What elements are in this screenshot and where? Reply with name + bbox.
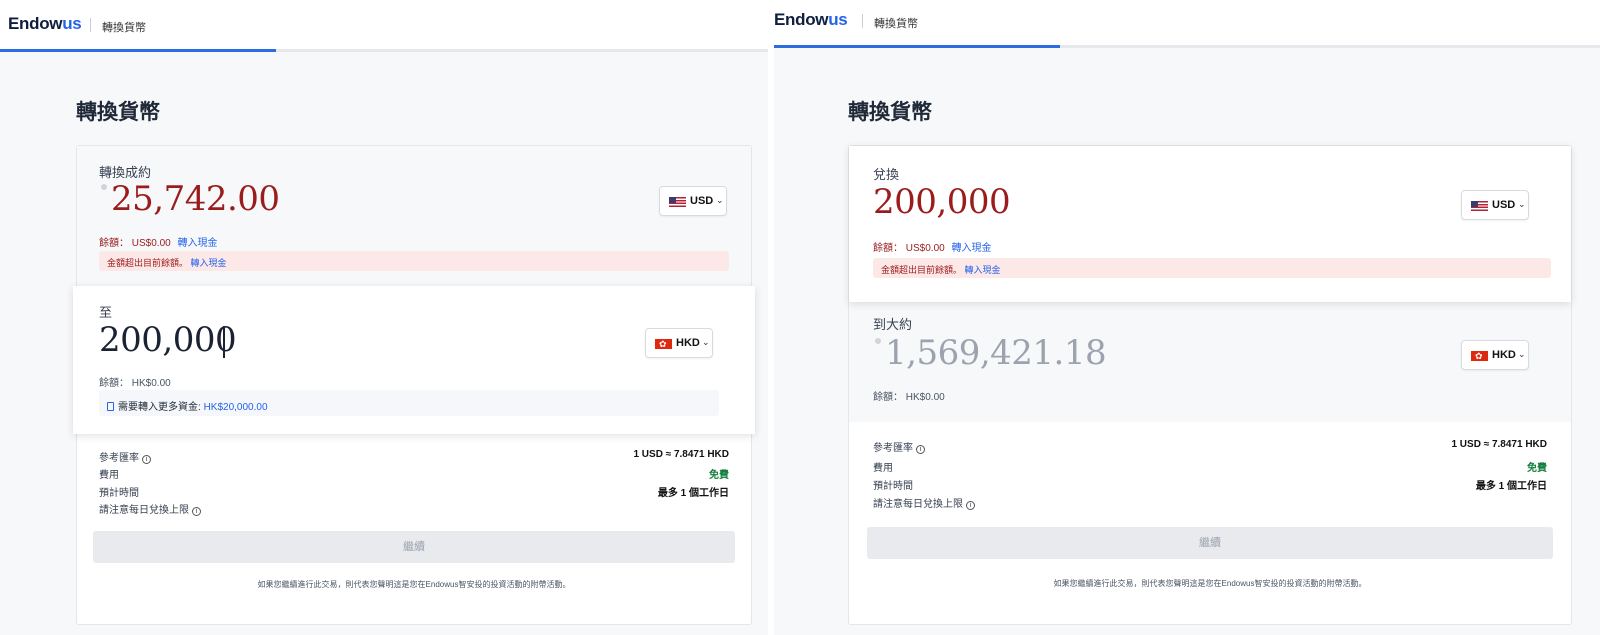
chevron-down-icon: ⌄	[716, 195, 724, 205]
top-bar: Endowus 轉換貨幣	[0, 0, 768, 52]
fee-label: 費用	[873, 463, 893, 474]
approx-indicator	[101, 184, 107, 190]
time-label: 預計時間	[873, 481, 913, 492]
to-label: 到大約	[873, 317, 913, 332]
to-currency-select[interactable]: HKD ⌄	[645, 328, 713, 358]
from-amount-input[interactable]: 200,000	[873, 182, 1011, 222]
to-label: 至	[99, 305, 113, 320]
left-screen: Endowus 轉換貨幣 轉換貨幣 轉換成約 25,742.00 USD ⌄ 餘…	[0, 0, 768, 635]
progress-bar	[0, 49, 276, 52]
chevron-down-icon: ⌄	[702, 337, 710, 347]
document-icon	[107, 402, 114, 411]
rate-value: 1 USD ≈ 7.8471 HKD	[1451, 439, 1547, 450]
hk-flag-icon	[655, 337, 672, 351]
to-balance: 餘額： HK$0.00	[99, 378, 171, 389]
alert-transfer-cash-link[interactable]: 轉入現金	[965, 265, 1001, 275]
continue-button[interactable]: 繼續	[93, 531, 735, 563]
fee-value: 免費	[709, 470, 729, 481]
chevron-down-icon: ⌄	[1518, 349, 1526, 359]
progress-bar	[774, 45, 1060, 48]
approx-indicator	[875, 338, 881, 344]
nav-title: 轉換貨幣	[874, 18, 918, 30]
disclaimer: 如果您繼續進行此交易，則代表您聲明這是您在Endowus智安投的投資活動的附帶活…	[257, 580, 571, 589]
to-section[interactable]: 至 200,000 HKD ⌄ 餘額： HK$0.00 需要轉入更多資金: HK…	[73, 286, 755, 434]
from-balance: 餘額： US$0.00 轉入現金	[873, 243, 992, 254]
endowus-logo[interactable]: Endowus	[8, 14, 82, 34]
from-currency-select[interactable]: USD ⌄	[659, 186, 727, 216]
from-currency-select[interactable]: USD ⌄	[1461, 190, 1529, 220]
page-title: 轉換貨幣	[76, 101, 160, 124]
from-label: 兌換	[873, 167, 900, 182]
insufficient-balance-alert: 金額超出目前餘額。 轉入現金	[99, 251, 729, 271]
to-section: 到大約 1,569,421.18 HKD ⌄ 餘額： HK$0.00	[849, 302, 1571, 422]
disclaimer: 如果您繼續進行此交易，則代表您聲明這是您在Endowus智安投的投資活動的附帶活…	[1053, 579, 1367, 588]
time-value: 最多 1 個工作日	[657, 488, 729, 499]
time-value: 最多 1 個工作日	[1475, 481, 1547, 492]
conversion-card: 轉換成約 25,742.00 USD ⌄ 餘額： US$0.00 轉入現金 金額…	[73, 145, 755, 625]
funds-needed-info: 需要轉入更多資金: HK$20,000.00	[99, 390, 719, 416]
info-icon[interactable]: i	[142, 455, 151, 464]
rate-value: 1 USD ≈ 7.8471 HKD	[633, 449, 729, 460]
transfer-cash-link[interactable]: 轉入現金	[177, 238, 217, 249]
transfer-cash-link[interactable]: 轉入現金	[951, 243, 991, 254]
chevron-down-icon: ⌄	[1518, 199, 1526, 209]
us-flag-icon	[669, 197, 686, 207]
daily-limit-label: 請注意每日兌換上限 i	[873, 495, 975, 510]
info-icon[interactable]: i	[192, 507, 201, 516]
page-title: 轉換貨幣	[848, 101, 932, 124]
from-balance: 餘額： US$0.00 轉入現金	[99, 238, 218, 249]
rate-label: 參考匯率 i	[99, 449, 151, 464]
alert-transfer-cash-link[interactable]: 轉入現金	[191, 258, 227, 268]
us-flag-icon	[1471, 201, 1488, 211]
to-amount-input[interactable]: 200,000	[99, 320, 237, 360]
hk-flag-icon	[1471, 349, 1488, 363]
info-icon[interactable]: i	[916, 445, 925, 454]
rate-label: 參考匯率 i	[873, 439, 925, 454]
insufficient-balance-alert: 金額超出目前餘額。 轉入現金	[873, 258, 1551, 278]
continue-button[interactable]: 繼續	[867, 527, 1553, 559]
text-cursor	[223, 326, 225, 358]
endowus-logo[interactable]: Endowus	[774, 10, 848, 30]
nav-divider	[90, 18, 91, 32]
to-currency-select[interactable]: HKD ⌄	[1461, 340, 1529, 370]
nav-title: 轉換貨幣	[102, 22, 146, 34]
right-screen: Endowus 轉換貨幣 轉換貨幣 兌換 200,000 USD ⌄ 餘額： U…	[774, 0, 1600, 635]
info-icon[interactable]: i	[966, 501, 975, 510]
nav-divider	[862, 14, 863, 28]
daily-limit-label: 請注意每日兌換上限 i	[99, 501, 201, 516]
from-section[interactable]: 兌換 200,000 USD ⌄ 餘額： US$0.00 轉入現金 金額超出目前…	[849, 146, 1571, 302]
fee-label: 費用	[99, 470, 119, 481]
to-amount: 1,569,421.18	[885, 333, 1107, 373]
from-amount: 25,742.00	[111, 179, 280, 219]
conversion-card: 兌換 200,000 USD ⌄ 餘額： US$0.00 轉入現金 金額超出目前…	[848, 145, 1572, 625]
fee-value: 免費	[1527, 463, 1547, 474]
time-label: 預計時間	[99, 488, 139, 499]
to-balance: 餘額： HK$0.00	[873, 392, 945, 403]
top-bar: Endowus 轉換貨幣	[774, 0, 1600, 48]
from-section: 轉換成約 25,742.00 USD ⌄ 餘額： US$0.00 轉入現金 金額…	[77, 146, 751, 292]
